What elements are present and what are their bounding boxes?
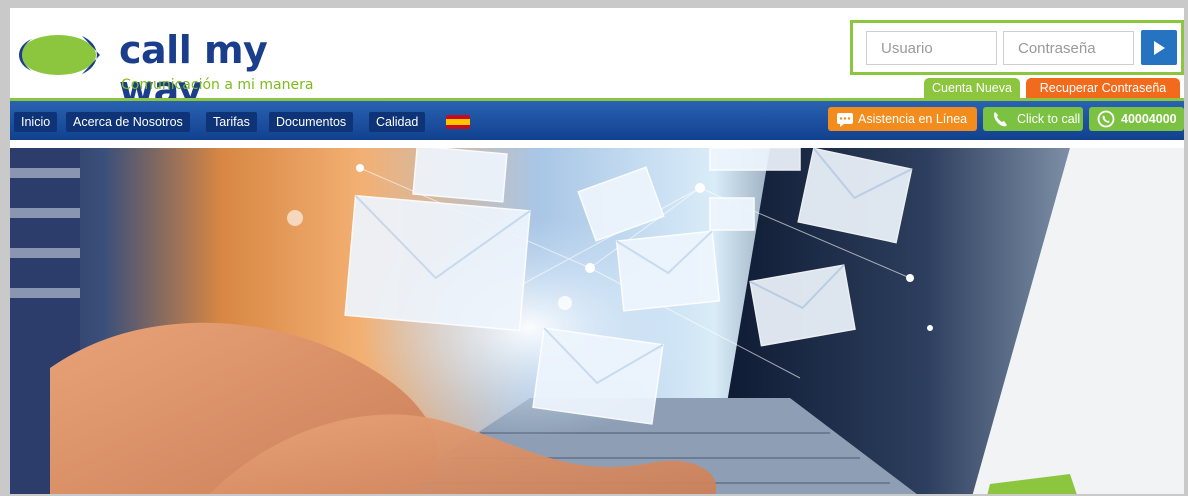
hero-image — [10, 148, 1184, 494]
click-to-call-label: Click to call — [1017, 112, 1081, 126]
nav-item-documentos[interactable]: Documentos — [269, 112, 354, 132]
hero-banner — [10, 148, 1184, 494]
online-support-label: Asistencia en Línea — [858, 112, 968, 126]
whatsapp-icon — [1097, 110, 1115, 128]
nav-item-acerca[interactable]: Acerca de Nosotros — [66, 112, 190, 132]
whatsapp-button[interactable]: 40004000 — [1089, 107, 1184, 131]
online-support-button[interactable]: Asistencia en Línea — [828, 107, 977, 131]
login-box — [850, 20, 1184, 75]
recover-password-button[interactable]: Recuperar Contraseña — [1026, 78, 1180, 98]
site-header: call my way Comunicación a mi manera Cue… — [10, 8, 1184, 110]
password-input[interactable] — [1003, 31, 1134, 65]
nav-item-inicio[interactable]: Inicio — [14, 112, 58, 132]
click-to-call-button[interactable]: Click to call — [983, 107, 1083, 131]
whatsapp-number: 40004000 — [1121, 112, 1177, 126]
page-frame: call my way Comunicación a mi manera Cue… — [0, 0, 1188, 496]
logo-mark-icon — [18, 35, 100, 75]
play-arrow-icon — [1154, 40, 1165, 55]
phone-icon — [994, 112, 1007, 127]
new-account-button[interactable]: Cuenta Nueva — [924, 78, 1020, 98]
nav-item-tarifas[interactable]: Tarifas — [206, 112, 257, 132]
main-navbar: Inicio Acerca de Nosotros Tarifas Docume… — [10, 98, 1184, 140]
login-submit-button[interactable] — [1141, 30, 1177, 65]
chat-icon — [837, 113, 853, 127]
logo[interactable]: call my way Comunicación a mi manera — [14, 26, 334, 110]
logo-tagline: Comunicación a mi manera — [121, 77, 314, 93]
spain-flag-icon[interactable] — [446, 115, 470, 129]
username-input[interactable] — [866, 31, 997, 65]
nav-item-calidad[interactable]: Calidad — [369, 112, 426, 132]
